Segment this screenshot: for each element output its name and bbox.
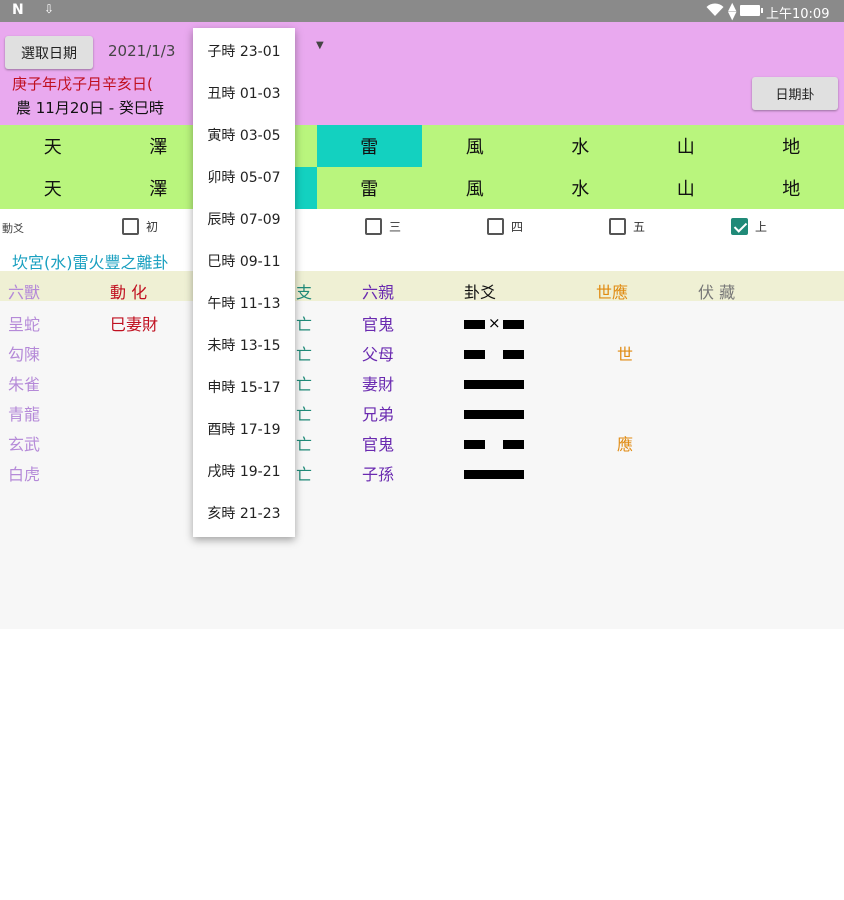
lunar-date-text: 農 11月20日 - 癸巳時 [16, 99, 164, 117]
time-dropdown-menu: 子時 23-01 丑時 01-03 寅時 03-05 卯時 05-07 辰時 0… [193, 28, 295, 537]
dropdown-item[interactable]: 卯時 05-07 [193, 156, 295, 198]
table-row: 呈蛇 巳妻財 亡 官鬼 × [0, 311, 844, 341]
pick-date-button[interactable]: 選取日期 [5, 36, 93, 69]
header-liuqin: 六親 [362, 283, 395, 302]
upper-trigram-cell[interactable]: 水 [528, 125, 634, 167]
beast-cell: 白虎 [8, 465, 41, 484]
table-row: 青龍 亡 兄弟 [0, 401, 844, 431]
liuqin-cell: 妻財 [362, 375, 395, 394]
header: 選取日期 2021/1/3 ▼ 庚子年戊子月辛亥日( 農 11月20日 - 癸巳… [0, 22, 844, 125]
lower-trigram-cell[interactable]: 雷 [317, 167, 423, 209]
dropdown-item[interactable]: 子時 23-01 [193, 30, 295, 72]
date-gua-button[interactable]: 日期卦 [752, 77, 838, 110]
liuqin-cell: 兄弟 [362, 405, 395, 424]
checkbox-icon[interactable] [609, 218, 626, 235]
checkbox-icon[interactable] [122, 218, 139, 235]
yao-checkbox-4[interactable]: 四 [487, 218, 523, 235]
liuqin-cell: 官鬼 [362, 315, 395, 334]
checkbox-label: 上 [755, 220, 768, 234]
gua-name-title: 坎宮(水)雷火豐之離卦 [12, 253, 169, 272]
shiying-cell: 世 [617, 345, 634, 364]
header-shiying: 世應 [596, 283, 629, 302]
header-branch: 支 [296, 283, 313, 302]
dropdown-item[interactable]: 未時 13-15 [193, 324, 295, 366]
dropdown-item[interactable]: 巳時 09-11 [193, 240, 295, 282]
upper-trigram-cell[interactable]: 山 [633, 125, 739, 167]
lower-trigram-cell[interactable]: 天 [0, 167, 106, 209]
upper-trigram-cell[interactable]: 風 [422, 125, 528, 167]
shiying-cell: 應 [617, 435, 634, 454]
yao-checkbox-3[interactable]: 三 [365, 218, 401, 235]
checkbox-label: 四 [511, 220, 524, 234]
checkbox-label: 初 [146, 220, 159, 234]
upper-trigram-cell[interactable]: 地 [739, 125, 844, 167]
branch-cell: 亡 [296, 315, 313, 334]
beast-cell: 青龍 [8, 405, 41, 424]
beast-cell: 玄武 [8, 435, 41, 454]
beast-cell: 呈蛇 [8, 315, 41, 334]
lower-trigram-cell[interactable]: 水 [528, 167, 634, 209]
notification-n-icon: N [12, 2, 24, 18]
lower-trigram-cell[interactable]: 地 [739, 167, 844, 209]
upper-trigram-cell[interactable]: 天 [0, 125, 106, 167]
branch-cell: 亡 [296, 405, 313, 424]
table-header: 六獸 動 化 支 六親 卦爻 世應 伏 藏 [0, 271, 844, 302]
yao-checkbox-1[interactable]: 初 [122, 218, 158, 235]
trigram-selector: 天 澤 雷 風 水 山 地 天 澤 雷 風 水 山 地 [0, 125, 844, 209]
header-yao: 卦爻 [464, 283, 497, 302]
liuqin-cell: 官鬼 [362, 435, 395, 454]
clock: 上午10:09 [766, 7, 830, 22]
header-fucang: 伏 藏 [698, 283, 736, 302]
yao-checkbox-6[interactable]: 上 [731, 218, 767, 235]
download-icon: ⇩ [44, 2, 55, 16]
checkbox-icon[interactable] [365, 218, 382, 235]
moving-yao-row: 動爻 初 三 四 五 上 [0, 209, 844, 245]
upper-trigram-cell-selected[interactable]: 雷 [316, 125, 422, 167]
dropdown-item[interactable]: 丑時 01-03 [193, 72, 295, 114]
liuqin-cell: 父母 [362, 345, 395, 364]
lower-trigram-row: 天 澤 雷 風 水 山 地 [0, 167, 844, 209]
dropdown-item[interactable]: 辰時 07-09 [193, 198, 295, 240]
dropdown-item[interactable]: 酉時 17-19 [193, 408, 295, 450]
dropdown-item[interactable]: 亥時 21-23 [193, 492, 295, 534]
data-transfer-icon: ▲ ▼ [728, 0, 737, 22]
dropdown-arrow-icon[interactable]: ▼ [316, 40, 324, 51]
lower-trigram-cell[interactable]: 風 [422, 167, 528, 209]
liuqin-cell: 子孫 [362, 465, 395, 484]
checkbox-label: 五 [633, 220, 646, 234]
change-cell: 巳妻財 [110, 315, 159, 334]
lower-trigram-cell[interactable]: 山 [633, 167, 739, 209]
checkbox-label: 三 [389, 220, 402, 234]
branch-cell: 亡 [296, 345, 313, 364]
header-change: 動 化 [110, 283, 148, 302]
branch-cell: 亡 [296, 435, 313, 454]
checkbox-checked-icon[interactable] [731, 218, 748, 235]
battery-icon [740, 5, 763, 16]
checkbox-icon[interactable] [487, 218, 504, 235]
upper-trigram-row: 天 澤 雷 風 水 山 地 [0, 125, 844, 167]
dropdown-item[interactable]: 戌時 19-21 [193, 450, 295, 492]
table-row: 白虎 亡 子孫 [0, 461, 844, 491]
yao-checkbox-5[interactable]: 五 [609, 218, 645, 235]
beast-cell: 朱雀 [8, 375, 41, 394]
ganzhi-text: 庚子年戊子月辛亥日( [12, 75, 153, 93]
dropdown-item[interactable]: 申時 15-17 [193, 366, 295, 408]
status-bar: N ⇩ ▲ ▼ 上午10:09 [0, 0, 844, 22]
table-row: 朱雀 亡 妻財 [0, 371, 844, 401]
table-row: 玄武 亡 官鬼 應 [0, 431, 844, 461]
dropdown-item[interactable]: 午時 11-13 [193, 282, 295, 324]
branch-cell: 亡 [296, 375, 313, 394]
wifi-icon [706, 3, 724, 16]
dropdown-item[interactable]: 寅時 03-05 [193, 114, 295, 156]
table-row: 勾陳 亡 父母 世 [0, 341, 844, 371]
branch-cell: 亡 [296, 465, 313, 484]
header-beast: 六獸 [8, 283, 41, 302]
date-spinner-value[interactable]: 2021/1/3 [108, 42, 175, 60]
moving-yao-label: 動爻 [2, 222, 24, 235]
beast-cell: 勾陳 [8, 345, 41, 364]
